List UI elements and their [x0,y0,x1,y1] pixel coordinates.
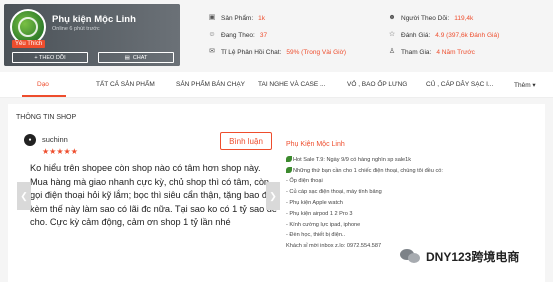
stat-joined: ♙ Tham Gia: 4 Năm Trước [388,48,475,56]
wechat-icon [400,247,422,265]
tab-best-sellers[interactable]: SẢN PHẨM BÁN CHẠY [176,81,245,88]
description-title: Phụ Kiện Mộc Linh [286,141,345,148]
tab-more[interactable]: Thêm ▾ [514,81,536,89]
section-title: THÔNG TIN SHOP [16,114,77,121]
active-tab-indicator [22,95,66,97]
tab-chargers-cables[interactable]: CỦ , CÁP DÂY SẠC I... [426,81,493,88]
tab-phone-cases[interactable]: VỎ , BAO ỐP LƯNG [347,81,407,88]
shop-description: Phụ Kiện Mộc Linh Hot Sale T.9: Ngày 9/9… [286,140,526,252]
stat-followers: ☻ Người Theo Dõi: 119,4k [388,14,473,22]
description-line: Những thứ bạn cần cho 1 chiếc điện thoại… [286,166,526,177]
stat-value: 4 Năm Trước [436,48,475,56]
follow-button[interactable]: + THEO DÕI [12,52,88,63]
chevron-left-icon[interactable]: ❮ [17,182,31,210]
star-icon: ☆ [388,31,396,38]
store-icon: ▣ [208,14,216,21]
description-line: Hot Sale T.9: Ngày 9/9 có hàng nghìn sp … [286,155,526,166]
featured-review: ● suchinn ★★★★★ Bình luận Ko hiểu trên s… [24,132,278,282]
description-line: - Kính cường lực ipad, iphone [286,221,361,228]
stat-value: 1k [258,14,266,22]
stat-label: Đánh Giá: [401,31,431,39]
description-line: - Ốp điện thoại [286,178,323,185]
chat-label: CHAT [132,54,148,61]
favorite-shop-badge: Yêu Thích [12,40,46,48]
stat-value: 4.9 (397,6k Đánh Giá) [435,31,500,39]
chevron-right-icon[interactable]: ❯ [266,182,280,210]
chat-bubble-icon: ✉ [209,48,215,55]
tab-home[interactable]: Dạo [37,81,49,88]
stat-label: Sản Phẩm: [221,14,254,22]
description-line: - Phụ kiện Apple watch [286,199,343,206]
stat-following: ☺ Đang Theo: 37 [208,31,267,39]
tab-headphones-cases[interactable]: TAI NGHE VÀ CASE ... [258,81,325,88]
follow-label: + THEO DÕI [34,54,66,61]
stat-label: Tỉ Lệ Phản Hồi Chat: [221,48,282,56]
rating-stars: ★★★★★ [42,147,78,156]
following-icon: ☺ [208,31,216,38]
chat-button[interactable]: ▤ CHAT [98,52,174,63]
stat-label: Đang Theo: [221,31,255,39]
description-line: - Củ cáp sạc điện thoại, máy tính bảng [286,189,382,196]
shop-name: Phụ kiện Mộc Linh [52,14,136,25]
tab-all-products[interactable]: TẤT CẢ SẢN PHẨM [96,81,155,88]
watermark: DNY123跨境电商 [400,242,550,270]
stat-label: Người Theo Dõi: [401,14,450,22]
description-line: - Đèn học, thiết bị điện.. [286,232,346,239]
stat-label: Tham Gia: [401,48,432,56]
online-status: Online 6 phút trước [52,26,100,32]
stat-value: 37 [259,31,268,39]
review-text: Ko hiểu trên shopee còn shop nào có tâm … [30,163,278,227]
leaf-icon [286,166,292,173]
shop-stats: ▣ Sản Phẩm: 1k ☺ Đang Theo: 37 ✉ Tỉ Lệ P… [190,0,550,66]
reviewer-avatar: ● [24,134,36,146]
chat-icon: ▤ [124,54,130,61]
reviewer-name: suchinn [42,135,68,144]
stat-value: 119,4k [454,14,474,22]
watermark-text: DNY123跨境电商 [426,249,520,264]
description-line: - Phụ kiện airpod 1 2 Pro 3 [286,210,353,217]
shop-logo-icon [18,17,38,37]
stat-products: ▣ Sản Phẩm: 1k [208,14,265,22]
stat-rating: ☆ Đánh Giá: 4.9 (397,6k Đánh Giá) [388,31,499,39]
shopee-shop-page: Yêu Thích Phụ kiện Mộc Linh Online 6 phú… [0,0,553,282]
user-check-icon: ♙ [388,48,396,55]
shop-header-card: Yêu Thích Phụ kiện Mộc Linh Online 6 phú… [4,4,180,66]
comment-button[interactable]: Bình luận [220,132,272,150]
stat-chat-rate: ✉ Tỉ Lệ Phản Hồi Chat: 59% (Trong Vài Gi… [208,48,346,56]
leaf-icon [286,155,292,162]
stat-value: 59% (Trong Vài Giờ) [286,48,346,56]
shop-tab-bar: Dạo TẤT CẢ SẢN PHẨM SẢN PHẨM BÁN CHẠY TA… [0,72,553,98]
followers-icon: ☻ [388,14,396,21]
